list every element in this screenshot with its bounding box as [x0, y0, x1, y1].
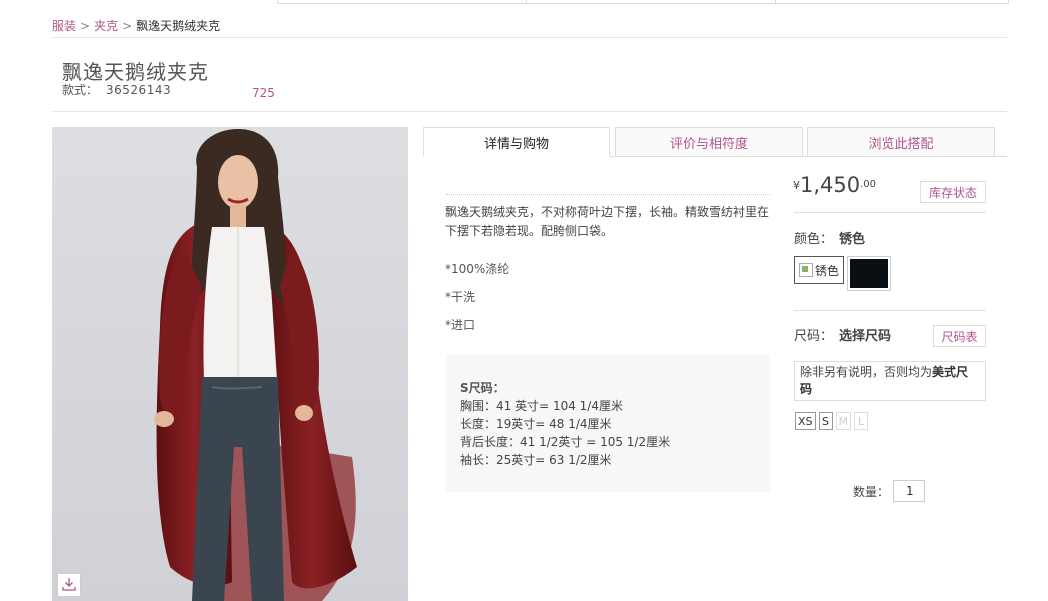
swatch-alt-text: 锈色 [815, 263, 840, 278]
size-option-s[interactable]: S [818, 412, 833, 430]
product-description: 飘逸天鹅绒夹克，不对称荷叶边下摆，长袖。精致雪纺衬里在下摆下若隐若现。配胯侧口袋… [445, 205, 770, 238]
sizing-note-text: 除非另有说明，否则均为 [800, 365, 933, 379]
price: ¥1,450.00 [793, 173, 876, 197]
price-cents: .00 [860, 179, 877, 190]
size-selection: 尺码： 选择尺码 [794, 325, 891, 344]
measurement-row: 背后长度：41 1/2英寸 = 105 1/2厘米 [460, 435, 671, 449]
measurement-row: 胸围：41 英寸= 104 1/4厘米 [460, 399, 623, 413]
price-value: 1,450 [800, 173, 861, 197]
size-value: 选择尺码 [839, 329, 892, 344]
breadcrumb-separator: > [80, 19, 91, 33]
measurement-row: 长度：19英寸= 48 1/4厘米 [460, 417, 612, 431]
style-number: 款式： 36526143 [62, 81, 171, 98]
style-number-value: 36526143 [106, 83, 172, 97]
stock-status-button[interactable]: 库存状态 [920, 181, 986, 203]
color-value: 锈色 [839, 232, 866, 247]
color-selection: 颜色： 锈色 [794, 228, 865, 247]
divider [794, 310, 986, 311]
divider [52, 37, 1007, 38]
breadcrumb-current: 飘逸天鹅绒夹克 [136, 19, 221, 33]
feature-item: *干洗 [445, 290, 476, 304]
dotted-divider [446, 194, 770, 195]
size-option-l[interactable]: L [854, 412, 869, 430]
divider [52, 111, 1007, 112]
size-option-m[interactable]: M [835, 412, 852, 430]
download-button[interactable] [57, 573, 81, 597]
size-chart-heading: S尺码： [460, 381, 505, 395]
quantity-input[interactable] [893, 480, 925, 502]
breadcrumb-clothing-link[interactable]: 服装 [52, 19, 76, 33]
product-tabs: 详情与购物 评价与相符度 浏览此搭配 [423, 127, 1007, 157]
size-label: 尺码： [794, 329, 834, 344]
download-icon [62, 576, 76, 595]
quantity-label: 数量： [853, 485, 890, 499]
style-label: 款式： [62, 83, 99, 97]
divider [794, 212, 986, 213]
tab-details-shopping[interactable]: 详情与购物 [423, 127, 610, 157]
breadcrumb: 服装 > 夹克 > 飘逸天鹅绒夹克 [52, 17, 220, 34]
top-nav-bar [277, 0, 1009, 4]
divider [610, 156, 1007, 157]
broken-image-icon [799, 263, 813, 277]
measurement-row: 袖长：25英寸= 63 1/2厘米 [460, 453, 612, 467]
feature-item: *100%涤纶 [445, 262, 510, 276]
sizing-note: 除非另有说明，否则均为美式尺码 [794, 361, 986, 401]
color-swatch-black[interactable] [847, 256, 891, 291]
feature-item: *进口 [445, 318, 476, 332]
size-option-xs[interactable]: XS [795, 412, 816, 430]
tab-shop-the-look[interactable]: 浏览此搭配 [807, 127, 995, 157]
color-swatch-rust[interactable]: 锈色 [794, 256, 844, 284]
color-label: 颜色： [794, 232, 834, 247]
review-count[interactable]: 725 [252, 86, 275, 100]
breadcrumb-jackets-link[interactable]: 夹克 [94, 19, 118, 33]
size-measurements-box: S尺码： 胸围：41 英寸= 104 1/4厘米 长度：19英寸= 48 1/4… [446, 354, 770, 492]
currency-symbol: ¥ [793, 179, 800, 192]
breadcrumb-separator: > [122, 19, 133, 33]
size-options: XS S M L [795, 412, 869, 430]
product-image[interactable] [52, 127, 408, 601]
size-chart-button[interactable]: 尺码表 [933, 325, 986, 347]
tab-reviews-fit[interactable]: 评价与相符度 [615, 127, 803, 157]
